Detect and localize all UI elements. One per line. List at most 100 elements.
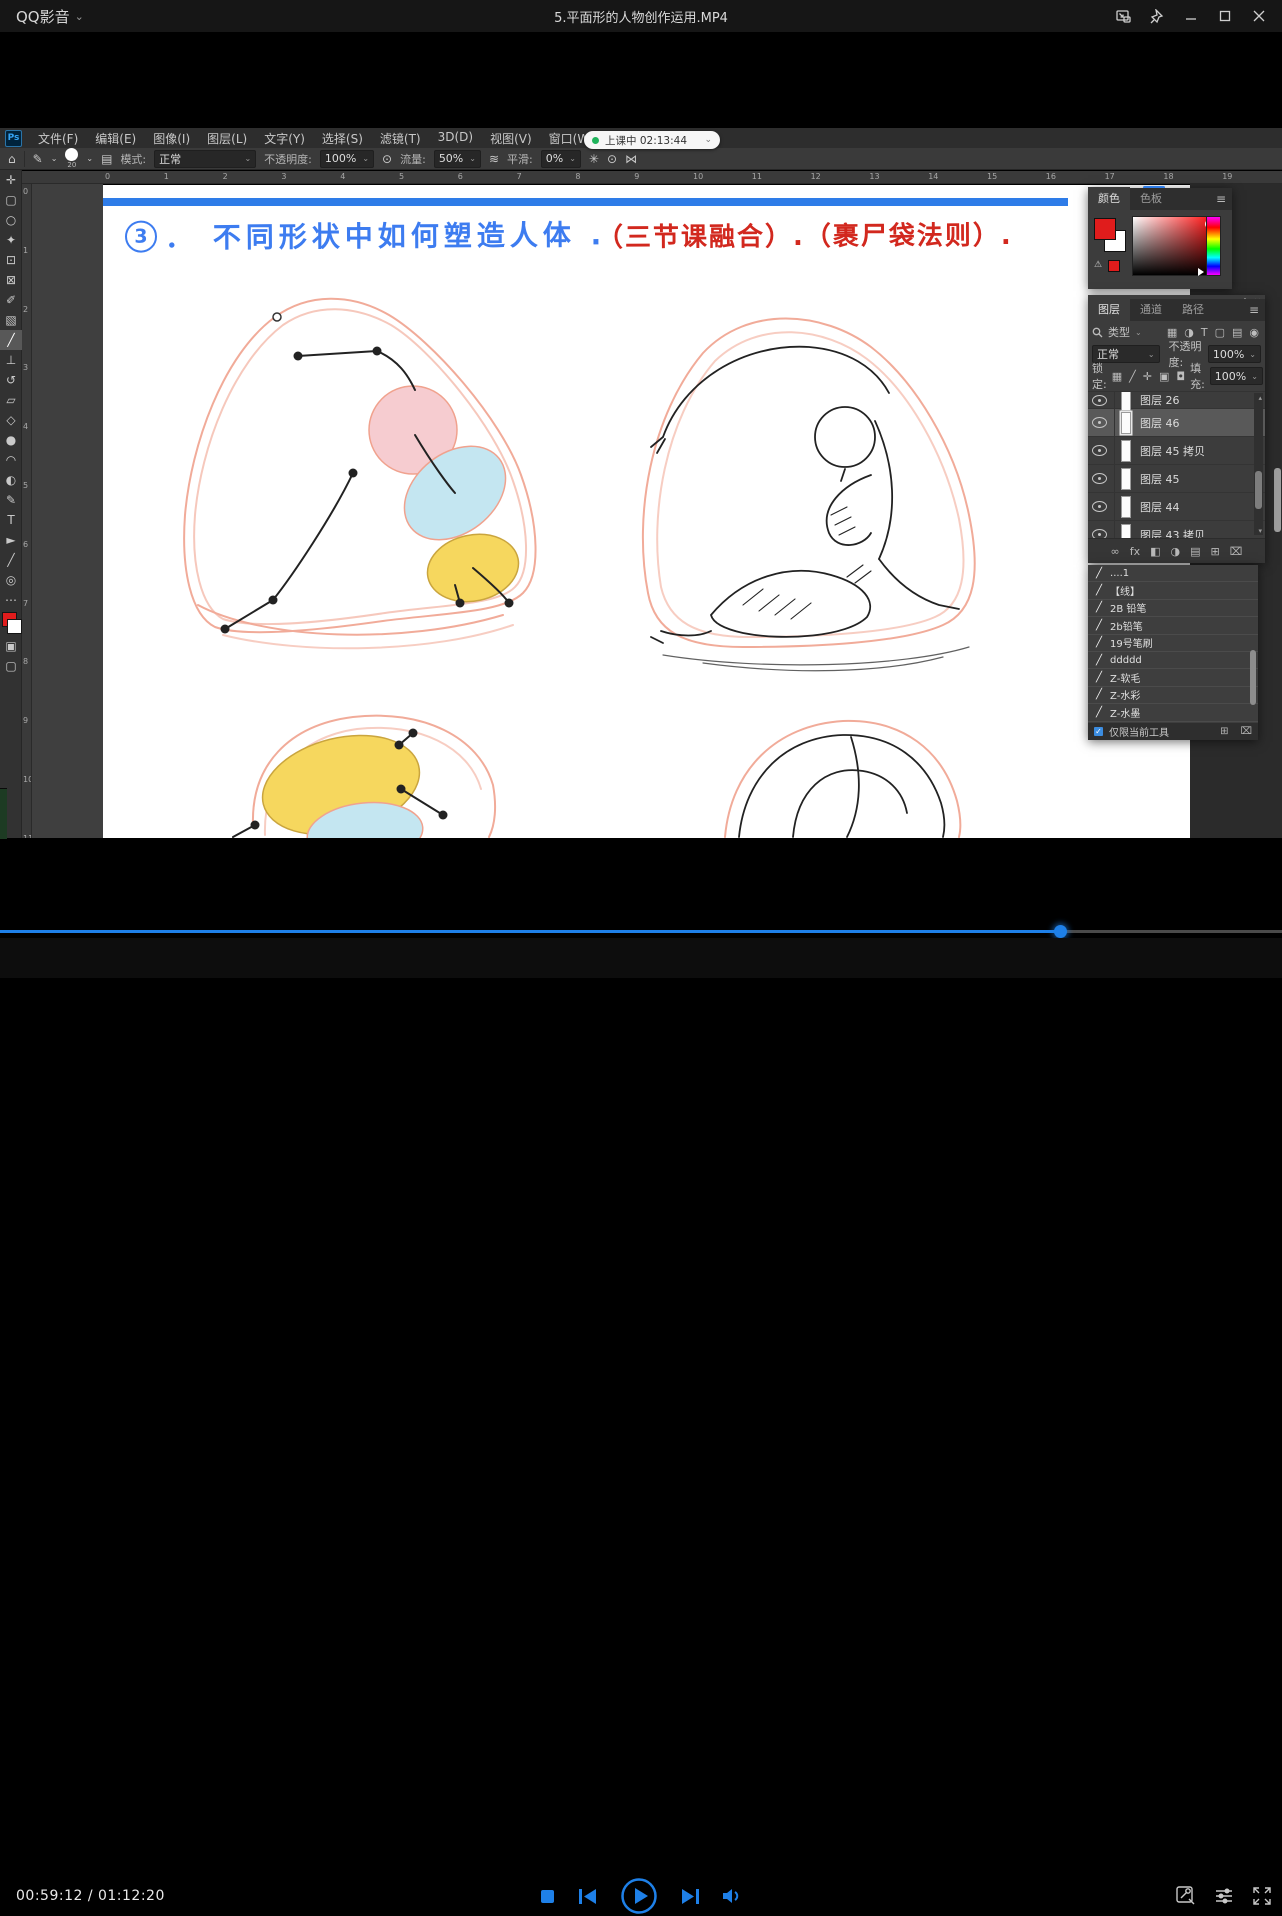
tab-channels[interactable]: 通道	[1130, 298, 1172, 321]
smoothing-select[interactable]: 0%⌄	[541, 150, 581, 168]
clone-stamp-tool[interactable]: ⊥	[0, 350, 22, 370]
layers-scrollbar[interactable]	[1254, 393, 1263, 535]
next-button[interactable]	[682, 1889, 699, 1904]
quick-selection-tool[interactable]: ✦	[0, 230, 22, 250]
dodge-tool[interactable]: ◐	[0, 470, 22, 490]
pin-button[interactable]	[1140, 0, 1174, 32]
color-swatches[interactable]	[0, 612, 22, 636]
brush-scrollbar-thumb[interactable]	[1250, 650, 1256, 705]
brush-panel-toggle-icon[interactable]: ▤	[101, 152, 112, 166]
move-tool[interactable]: ✛	[0, 170, 22, 190]
layer-mask-icon[interactable]: ◧	[1150, 545, 1160, 558]
chevron-down-icon[interactable]: ⌄	[51, 154, 58, 163]
previous-button[interactable]	[579, 1889, 596, 1904]
type-tool[interactable]: T	[0, 510, 22, 530]
lock-icon-5[interactable]: ◘	[1176, 370, 1185, 383]
visibility-eye-icon[interactable]	[1092, 529, 1107, 538]
menu-item-3[interactable]: 图像(I)	[153, 130, 190, 147]
zoom-tool[interactable]: ◎	[0, 570, 22, 590]
brush-preset-row[interactable]: ╱2B 铅笔	[1088, 600, 1258, 617]
pressure-size-icon[interactable]: ⊙	[607, 152, 617, 166]
tab-paths[interactable]: 路径	[1172, 298, 1214, 321]
menu-item-4[interactable]: 图层(L)	[207, 130, 247, 147]
layer-fill-select[interactable]: 100%⌄	[1210, 367, 1263, 385]
document-scrollbar-thumb[interactable]	[1274, 468, 1281, 532]
blur-tool[interactable]: ●	[0, 430, 22, 450]
menu-item-6[interactable]: 选择(S)	[322, 130, 363, 147]
toolbox-button[interactable]	[1176, 1886, 1196, 1906]
layer-row[interactable]: 图层 45 拷贝	[1088, 437, 1265, 465]
layer-filter-icon-1[interactable]: ▦	[1167, 326, 1177, 339]
visibility-eye-icon[interactable]	[1092, 473, 1107, 484]
lasso-tool[interactable]: ○	[0, 210, 22, 230]
menu-item-2[interactable]: 编辑(E)	[95, 130, 136, 147]
menu-item-9[interactable]: 视图(V)	[490, 130, 532, 147]
opacity-select[interactable]: 100%⌄	[320, 150, 374, 168]
class-timer-pill[interactable]: 上课中 02:13:44 ⌄	[584, 131, 720, 149]
brush-preset-row[interactable]: ╱Z-软毛	[1088, 669, 1258, 686]
pressure-opacity-icon[interactable]: ⊙	[382, 152, 392, 166]
layer-row[interactable]: 图层 44	[1088, 493, 1265, 521]
minimize-button[interactable]	[1174, 0, 1208, 32]
chevron-down-icon[interactable]: ⌄	[86, 154, 93, 163]
layer-opacity-select[interactable]: 100%⌄	[1208, 345, 1261, 363]
lock-icon-2[interactable]: ╱	[1129, 370, 1136, 383]
mini-mode-button[interactable]	[1106, 0, 1140, 32]
brush-preset-row[interactable]: ╱19号笔刷	[1088, 635, 1258, 652]
gradient-tool[interactable]: ◇	[0, 410, 22, 430]
brush-preset-row[interactable]: ╱Z-水彩	[1088, 687, 1258, 704]
layer-filter-icon-6[interactable]: ◉	[1249, 326, 1259, 339]
brush-preset-icon[interactable]: ✎	[33, 152, 43, 166]
close-button[interactable]	[1242, 0, 1276, 32]
path-select-tool[interactable]: ►	[0, 530, 22, 550]
crop-tool[interactable]: ⊡	[0, 250, 22, 270]
layer-effects-icon[interactable]: fx	[1130, 545, 1140, 558]
line-tool[interactable]: ╱	[0, 550, 22, 570]
screen-mode-button[interactable]: ▢	[0, 656, 22, 676]
eraser-tool[interactable]: ▱	[0, 390, 22, 410]
seek-bar-thumb[interactable]	[1054, 925, 1067, 938]
play-button[interactable]	[620, 1877, 658, 1915]
quick-mask-button[interactable]: ▣	[0, 636, 22, 656]
layer-row[interactable]: 图层 46	[1088, 409, 1265, 437]
app-menu-button[interactable]: QQ影音 ⌄	[16, 0, 84, 32]
tab-swatches[interactable]: 色板	[1130, 187, 1172, 210]
photoshop-logo[interactable]: Ps	[5, 130, 22, 147]
lock-icon-4[interactable]: ▣	[1159, 370, 1169, 383]
volume-button[interactable]	[723, 1888, 742, 1904]
symmetry-icon[interactable]: ⋈	[625, 152, 637, 166]
new-brush-icon[interactable]: ⊞	[1220, 726, 1228, 737]
settings-sliders-button[interactable]	[1214, 1886, 1234, 1906]
delete-layer-icon[interactable]: ⌧	[1230, 545, 1243, 558]
visibility-eye-icon[interactable]	[1092, 501, 1107, 512]
brush-preset-row[interactable]: ╱2b铅笔	[1088, 617, 1258, 634]
brush-preset-row[interactable]: ╱【线】	[1088, 582, 1258, 599]
stop-button[interactable]	[540, 1889, 555, 1904]
smoothing-gear-icon[interactable]: ✳	[589, 152, 599, 166]
layer-group-icon[interactable]: ▤	[1190, 545, 1200, 558]
blend-mode-select[interactable]: 正常⌄	[154, 150, 256, 168]
new-layer-icon[interactable]: ⊞	[1211, 545, 1220, 558]
hue-slider-arrow[interactable]	[1198, 268, 1204, 276]
seek-bar[interactable]	[0, 930, 1282, 933]
eyedropper-tool[interactable]: ✐	[0, 290, 22, 310]
visibility-eye-icon[interactable]	[1092, 445, 1107, 456]
layers-scrollbar-thumb[interactable]	[1255, 471, 1262, 509]
brush-preset-row[interactable]: ╱Z-水墨	[1088, 704, 1258, 721]
smudge-tool[interactable]: ◠	[0, 450, 22, 470]
document-canvas[interactable]: 3． 不同形状中如何塑造人体 . （三节课融合）.（裹尸袋法则）.	[103, 185, 1190, 838]
layer-filter-icon-5[interactable]: ▤	[1232, 326, 1242, 339]
home-icon[interactable]: ⌂	[8, 152, 16, 166]
layer-row[interactable]: 图层 43 拷贝	[1088, 521, 1265, 538]
brush-size-picker[interactable]: 20	[65, 148, 78, 169]
scroll-up-icon[interactable]: ▴	[1258, 394, 1262, 402]
gamut-warning-swatch[interactable]	[1108, 260, 1120, 272]
lock-icon-3[interactable]: ✛	[1143, 370, 1152, 383]
panel-menu-icon[interactable]: ≡	[1249, 303, 1259, 317]
tab-layers[interactable]: 图层	[1088, 298, 1130, 321]
more-tools[interactable]: ⋯	[0, 590, 22, 610]
brush-preset-row[interactable]: ╱ddddd	[1088, 652, 1258, 669]
frame-tool[interactable]: ⊠	[0, 270, 22, 290]
airbrush-icon[interactable]: ≋	[489, 152, 499, 166]
layer-filter-icon-3[interactable]: T	[1201, 326, 1208, 339]
